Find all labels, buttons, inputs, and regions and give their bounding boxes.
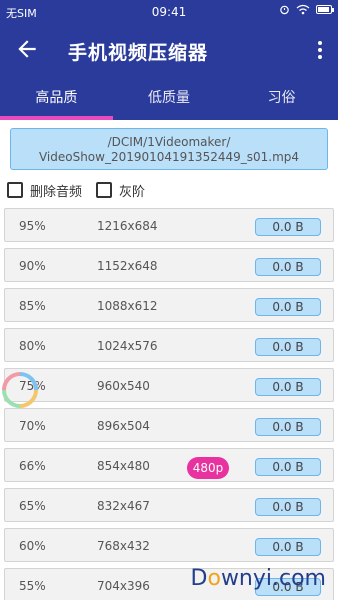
battery-icon xyxy=(316,5,334,14)
row-resolution: 960x540 xyxy=(97,379,150,393)
row-percent: 80% xyxy=(19,339,46,353)
row-resolution: 896x504 xyxy=(97,419,150,433)
row-resolution: 1152x648 xyxy=(97,259,158,273)
row-size-chip: 0.0 B xyxy=(255,338,321,356)
row-resolution: 704x396 xyxy=(97,579,150,593)
quality-list: 95% 1216x684 0.0 B 90% 1152x648 0.0 B 85% 108… xyxy=(4,208,334,600)
quality-row[interactable]: 95% 1216x684 0.0 B xyxy=(4,208,334,242)
status-icons xyxy=(279,4,334,15)
status-bar: 无SIM 09:41 xyxy=(0,0,338,24)
watermark-logo: Downyi.com xyxy=(191,566,326,591)
row-size-chip: 0.0 B xyxy=(255,298,321,316)
row-percent: 85% xyxy=(19,299,46,313)
row-size-chip: 0.0 B xyxy=(255,498,321,516)
row-size-chip: 0.0 B xyxy=(255,378,321,396)
row-resolution: 768x432 xyxy=(97,539,150,553)
file-path-box[interactable]: /DCIM/1Videomaker/ VideoShow_20190104191… xyxy=(10,128,328,170)
file-path-line1: /DCIM/1Videomaker/ xyxy=(107,135,231,149)
delete-audio-option[interactable]: 删除音频 xyxy=(7,181,82,200)
grayscale-checkbox[interactable] xyxy=(96,182,113,198)
row-resolution: 1024x576 xyxy=(97,339,158,353)
row-size-chip: 0.0 B xyxy=(255,258,321,276)
more-options-icon[interactable] xyxy=(312,38,328,62)
tab-bar: 高品质 低质量 习俗 xyxy=(0,76,338,120)
row-percent: 60% xyxy=(19,539,46,553)
row-size-chip: 0.0 B xyxy=(255,538,321,556)
quality-row[interactable]: 85% 1088x612 0.0 B xyxy=(4,288,334,322)
quality-row[interactable]: 65% 832x467 0.0 B xyxy=(4,488,334,522)
quality-row[interactable]: 66% 854x480 0.0 B xyxy=(4,448,334,482)
quality-row[interactable]: 70% 896x504 0.0 B xyxy=(4,408,334,442)
file-path-line2: VideoShow_20190104191352449_s01.mp4 xyxy=(38,150,300,164)
tab-indicator xyxy=(0,116,113,120)
row-percent: 90% xyxy=(19,259,46,273)
back-arrow-icon[interactable] xyxy=(14,36,40,62)
row-resolution: 854x480 xyxy=(97,459,150,473)
row-resolution: 1088x612 xyxy=(97,299,158,313)
quality-row[interactable]: 75% 960x540 0.0 B xyxy=(4,368,334,402)
watermark-text-end: wnyi.com xyxy=(220,566,326,591)
tab-custom[interactable]: 习俗 xyxy=(225,76,338,120)
watermark-text-start: D xyxy=(190,566,208,591)
quality-row[interactable]: 80% 1024x576 0.0 B xyxy=(4,328,334,362)
quality-row[interactable]: 60% 768x432 0.0 B xyxy=(4,528,334,562)
tab-high-quality[interactable]: 高品质 xyxy=(0,76,113,120)
quality-row[interactable]: 90% 1152x648 0.0 B xyxy=(4,248,334,282)
row-percent: 65% xyxy=(19,499,46,513)
grayscale-option[interactable]: 灰阶 xyxy=(96,181,145,200)
row-size-chip: 0.0 B xyxy=(255,458,321,476)
grayscale-label: 灰阶 xyxy=(119,184,146,200)
row-percent: 55% xyxy=(19,579,46,593)
delete-audio-checkbox[interactable] xyxy=(7,182,23,198)
app-bar: 手机视频压缩器 xyxy=(0,24,338,76)
row-percent: 66% xyxy=(19,459,46,473)
row-percent: 95% xyxy=(19,219,46,233)
loading-spinner-icon xyxy=(2,372,38,408)
row-size-chip: 0.0 B xyxy=(255,418,321,436)
options-row: 删除音频 灰阶 xyxy=(7,180,159,200)
row-size-chip: 0.0 B xyxy=(255,218,321,236)
row-resolution: 1216x684 xyxy=(97,219,158,233)
delete-audio-label: 删除音频 xyxy=(30,184,83,200)
page-title: 手机视频压缩器 xyxy=(68,42,209,64)
watermark-text-o: o xyxy=(207,566,221,591)
wifi-icon xyxy=(296,4,310,15)
row-resolution: 832x467 xyxy=(97,499,150,513)
alarm-icon xyxy=(280,5,289,15)
tab-low-quality[interactable]: 低质量 xyxy=(113,76,226,120)
row-percent: 70% xyxy=(19,419,46,433)
480p-badge: 480p xyxy=(187,457,229,479)
